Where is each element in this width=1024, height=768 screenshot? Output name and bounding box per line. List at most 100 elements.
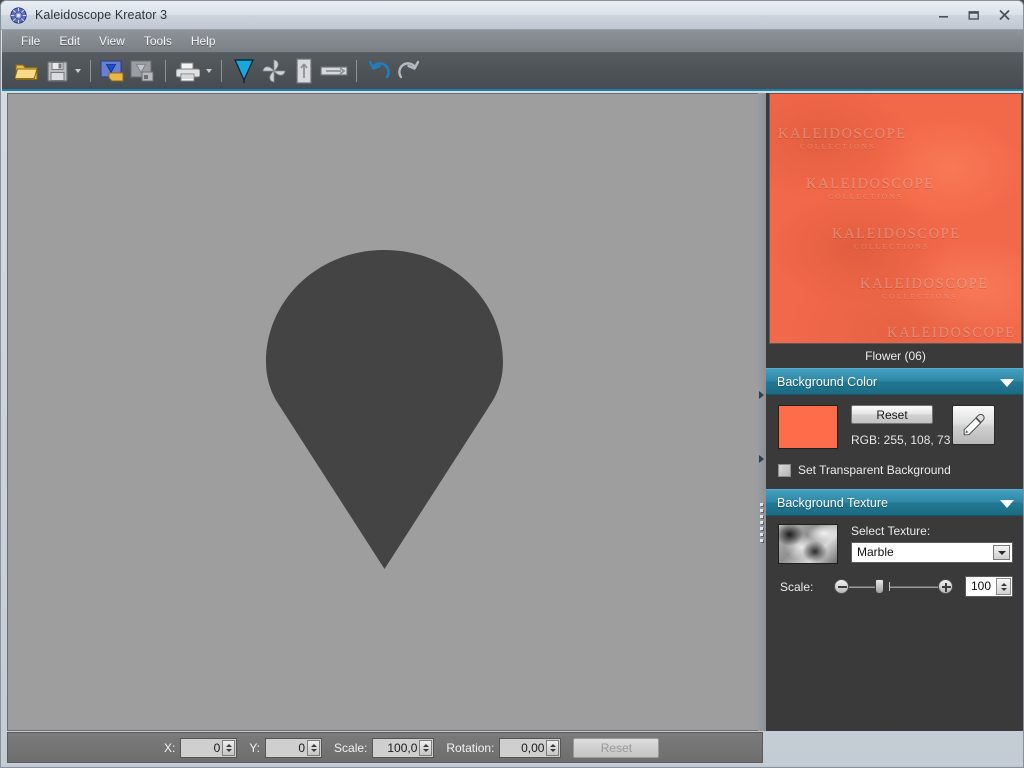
background-color-section-header[interactable]: Background Color — [766, 368, 1023, 395]
chevron-down-icon[interactable] — [993, 545, 1010, 560]
rotation-value: 0,00 — [521, 740, 545, 755]
transparent-background-checkbox[interactable] — [778, 463, 791, 477]
y-stepper[interactable] — [307, 739, 321, 756]
application-window: Kaleidoscope Kreator 3 File Edit View To… — [0, 0, 1024, 768]
toolbar-separator — [356, 60, 357, 82]
background-color-section-title: Background Color — [777, 375, 878, 389]
stepper-down-icon[interactable] — [225, 748, 232, 752]
stepper-up-icon[interactable] — [310, 743, 317, 747]
preview-watermark-subtext: COLLECTIONS — [800, 142, 876, 151]
preview-watermark-text: KALEIDOSCOPE — [860, 276, 989, 292]
splitter-collapse-arrow-top[interactable] — [759, 391, 764, 399]
kaleidoscope-mandala-icon — [10, 6, 27, 24]
menu-bar: File Edit View Tools Help — [2, 30, 1023, 53]
teardrop-pin-shape[interactable] — [263, 247, 506, 575]
toolbar-separator — [221, 60, 222, 82]
panel-splitter[interactable] — [758, 93, 766, 731]
scale-spinbox-value: 100 — [971, 579, 992, 593]
texture-select[interactable]: Marble — [851, 542, 1013, 563]
design-canvas[interactable] — [7, 93, 763, 731]
preview-watermark-text: KALEIDOSCOPE — [778, 126, 907, 142]
redo-icon[interactable] — [394, 56, 424, 86]
transform-reset-button[interactable]: Reset — [573, 737, 660, 758]
stepper-down-icon[interactable] — [549, 748, 556, 752]
y-label: Y: — [249, 740, 261, 755]
background-color-swatch[interactable] — [778, 405, 838, 449]
scale-status-value: 100,0 — [387, 740, 418, 755]
preview-watermark-subtext: COLLECTIONS — [909, 341, 984, 343]
chevron-down-icon[interactable] — [1000, 500, 1014, 508]
x-value: 0 — [213, 740, 221, 755]
y-spinbox[interactable]: 0 — [265, 737, 323, 758]
export-image-disabled-icon[interactable] — [128, 56, 158, 86]
preview-watermark-text: KALEIDOSCOPE — [806, 176, 935, 192]
export-image-icon[interactable] — [98, 56, 128, 86]
scale-status-label: Scale: — [334, 740, 368, 755]
stepper-up-icon[interactable] — [549, 743, 556, 747]
open-folder-icon[interactable] — [12, 56, 42, 86]
close-button[interactable] — [989, 5, 1019, 25]
preview-watermark-subtext: COLLECTIONS — [882, 292, 958, 301]
scale-spinbox-stepper[interactable] — [996, 578, 1011, 595]
background-color-reset-button[interactable]: Reset — [851, 405, 933, 424]
eyedropper-icon[interactable] — [952, 405, 995, 445]
x-spinbox[interactable]: 0 — [180, 737, 238, 758]
flip-vertical-icon[interactable] — [289, 56, 319, 86]
save-dropdown-icon[interactable] — [72, 56, 83, 86]
scale-status-stepper[interactable] — [419, 739, 433, 756]
print-dropdown-icon[interactable] — [203, 56, 214, 86]
x-label: X: — [164, 740, 176, 755]
flip-horizontal-icon[interactable] — [319, 56, 349, 86]
window-bottom-edge — [1, 763, 1023, 767]
chevron-down-icon[interactable] — [1000, 379, 1014, 387]
undo-icon[interactable] — [364, 56, 394, 86]
maximize-button[interactable] — [959, 5, 989, 25]
scale-status-spinbox[interactable]: 100,0 — [372, 737, 435, 758]
background-texture-section-body: Select Texture: Marble Scale: 100 — [766, 516, 1023, 611]
rotation-stepper[interactable] — [546, 739, 560, 756]
scale-slider-track-right[interactable] — [890, 585, 938, 588]
stepper-up-icon[interactable] — [225, 743, 232, 747]
canvas-inner — [8, 94, 762, 730]
save-icon[interactable] — [42, 56, 72, 86]
toolbar — [2, 53, 1023, 91]
rotation-spinbox[interactable]: 0,00 — [499, 737, 562, 758]
scale-label: Scale: — [780, 579, 814, 594]
preview-watermark-subtext: COLLECTIONS — [854, 242, 930, 251]
transparent-background-label: Set Transparent Background — [798, 463, 951, 477]
scale-slider-track-left[interactable] — [849, 585, 875, 588]
print-icon[interactable] — [173, 56, 203, 86]
stepper-down-icon[interactable] — [422, 748, 429, 752]
rotation-label: Rotation: — [446, 740, 495, 755]
preview-watermark-subtext: COLLECTIONS — [828, 192, 904, 201]
splitter-collapse-arrow-bottom[interactable] — [759, 455, 764, 463]
minus-circle-icon[interactable] — [834, 579, 849, 594]
right-panel: KALEIDOSCOPE COLLECTIONS KALEIDOSCOPE CO… — [766, 93, 1023, 731]
minimize-button[interactable] — [929, 5, 959, 25]
scale-slider-thumb[interactable] — [875, 579, 884, 594]
menu-item-view[interactable]: View — [90, 31, 134, 51]
select-texture-label: Select Texture: — [851, 524, 931, 538]
toolbar-separator — [165, 60, 166, 82]
stepper-down-icon[interactable] — [310, 748, 317, 752]
menu-item-edit[interactable]: Edit — [50, 31, 89, 51]
plus-circle-icon[interactable] — [938, 579, 953, 594]
stepper-down-icon[interactable] — [1000, 587, 1007, 591]
marble-texture-thumbnail[interactable] — [778, 524, 838, 564]
pinwheel-icon[interactable] — [259, 56, 289, 86]
toolbar-separator — [90, 60, 91, 82]
x-stepper[interactable] — [222, 739, 236, 756]
preview-watermark-text: KALEIDOSCOPE — [887, 325, 1016, 341]
background-texture-section-header[interactable]: Background Texture — [766, 489, 1023, 516]
stepper-up-icon[interactable] — [1000, 582, 1007, 586]
scale-spinbox[interactable]: 100 — [965, 576, 1013, 597]
menu-item-help[interactable]: Help — [182, 31, 225, 51]
y-value: 0 — [298, 740, 306, 755]
stepper-up-icon[interactable] — [422, 743, 429, 747]
menu-item-tools[interactable]: Tools — [135, 31, 181, 51]
menu-item-file[interactable]: File — [12, 31, 49, 51]
wedge-icon[interactable] — [229, 56, 259, 86]
pattern-preview[interactable]: KALEIDOSCOPE COLLECTIONS KALEIDOSCOPE CO… — [769, 93, 1022, 344]
title-bar: Kaleidoscope Kreator 3 — [1, 1, 1023, 30]
splitter-grip[interactable] — [760, 503, 764, 551]
